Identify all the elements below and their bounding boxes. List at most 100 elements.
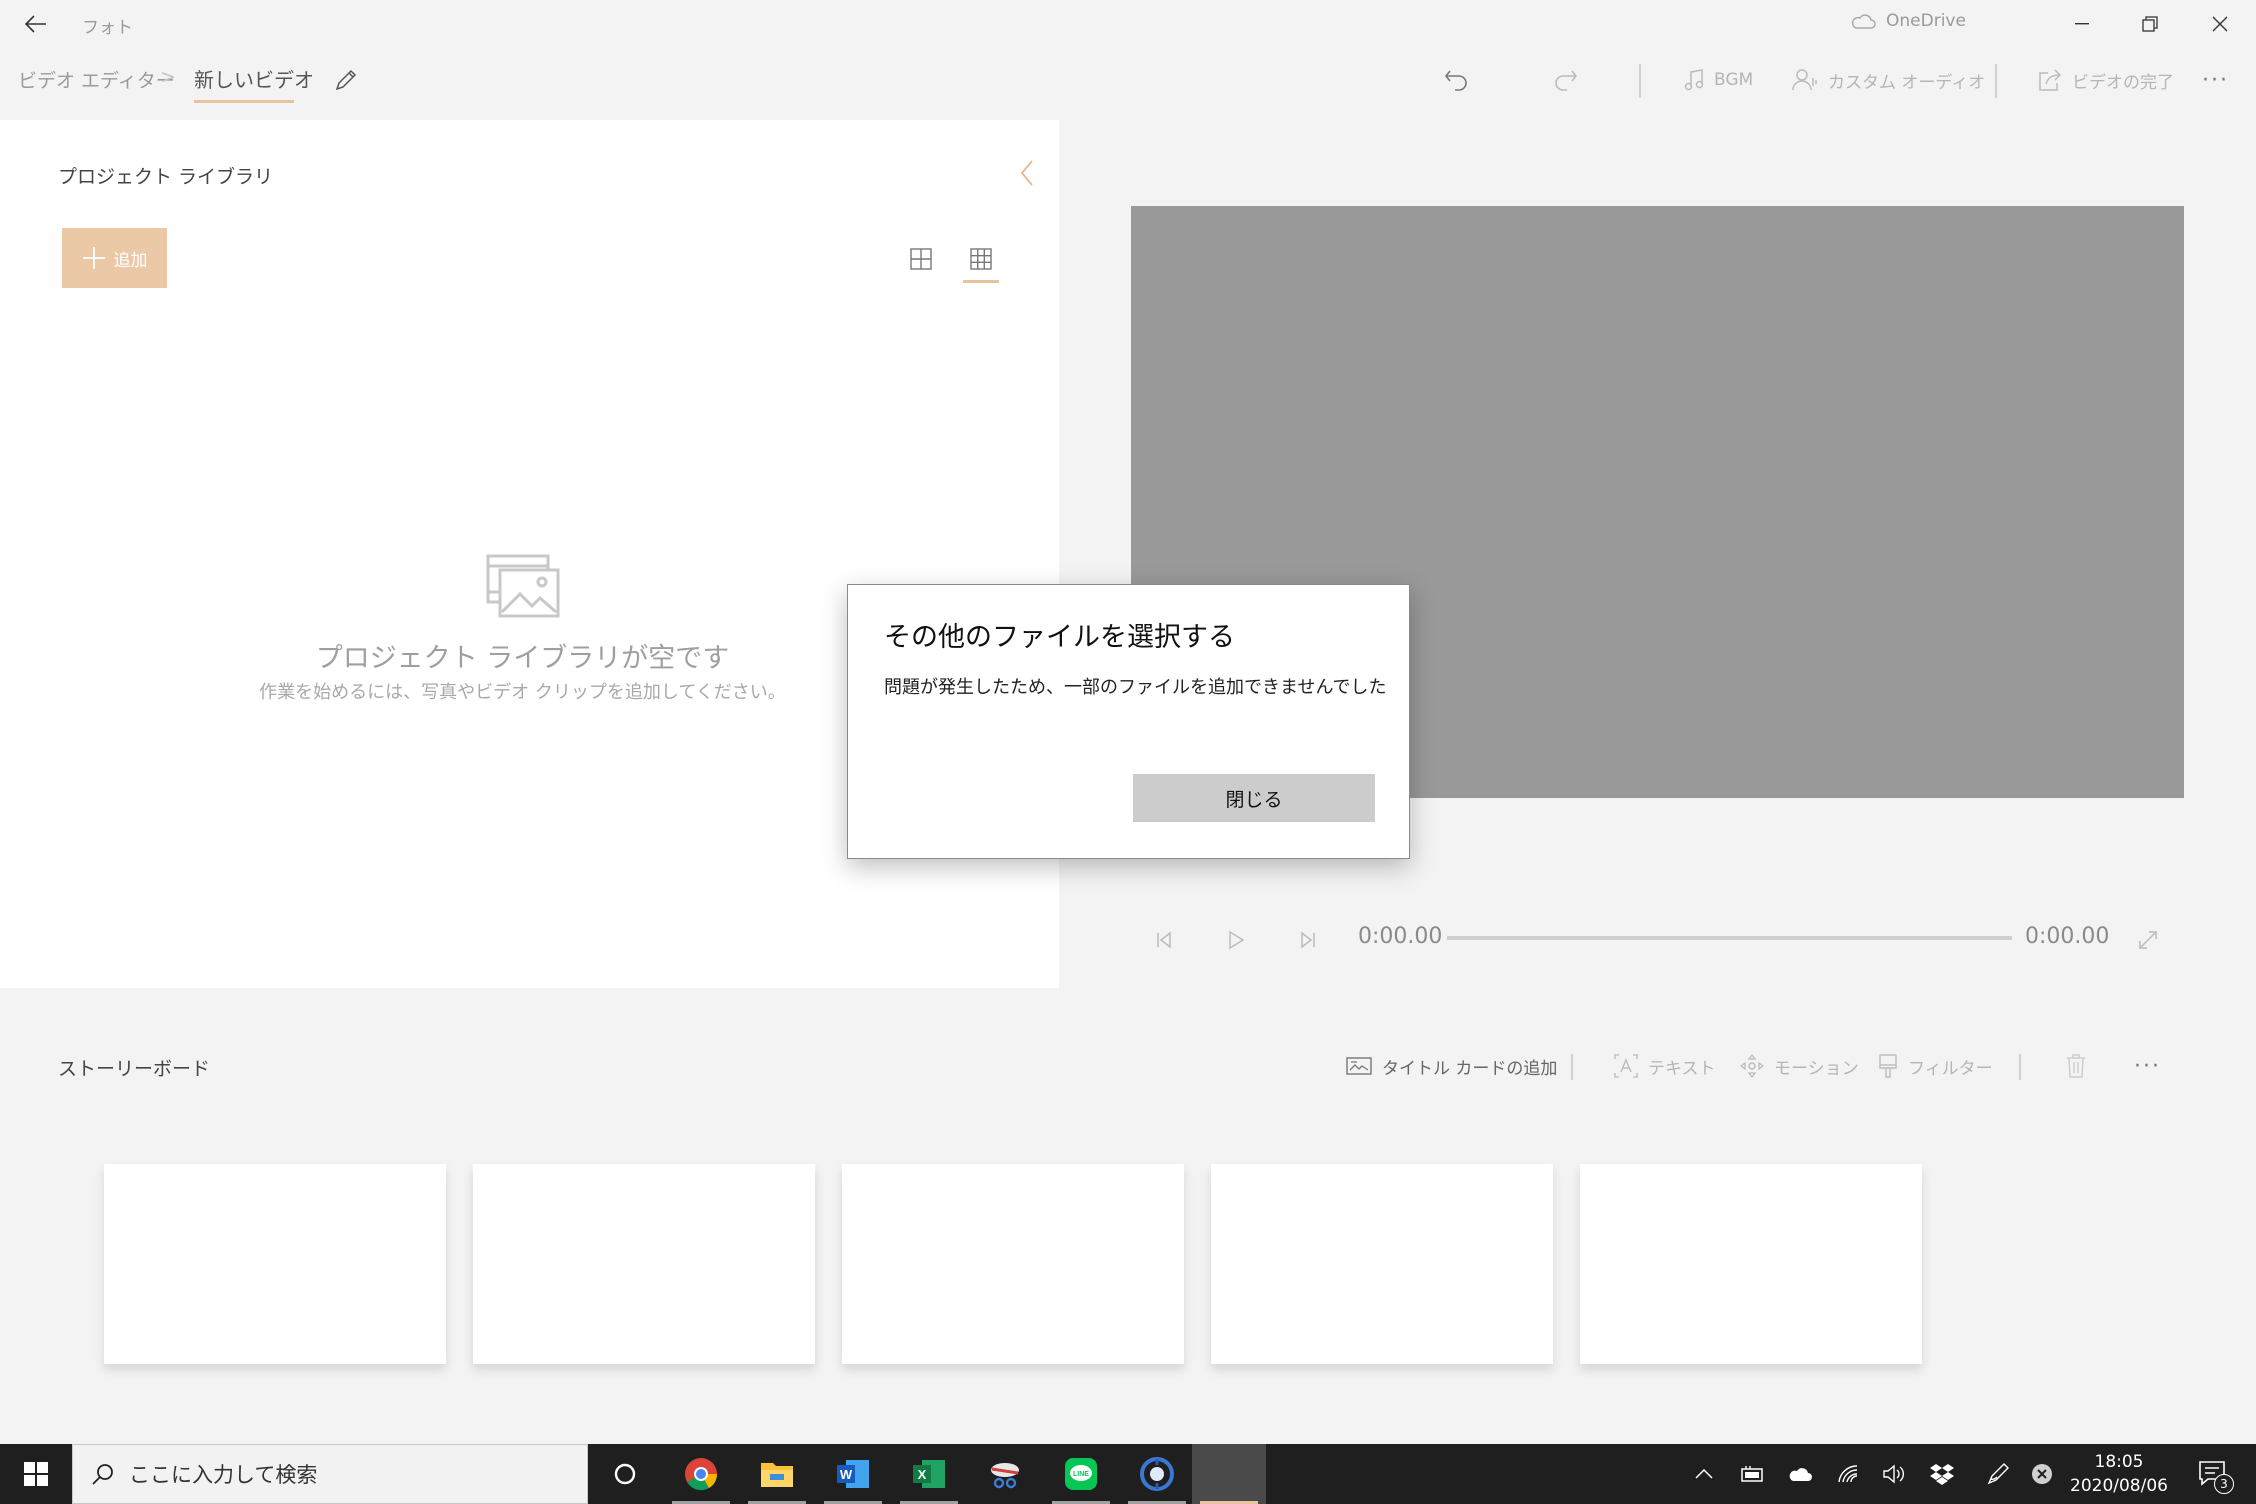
svg-text:X: X <box>918 1467 927 1482</box>
undo-icon <box>1444 68 1470 92</box>
onedrive-tray-button[interactable] <box>1778 1444 1822 1504</box>
add-media-label: 追加 <box>113 250 148 271</box>
more-options-button[interactable]: ··· <box>2202 62 2229 98</box>
storyboard-slot[interactable] <box>842 1164 1184 1364</box>
notification-count-badge: 3 <box>2214 1474 2234 1494</box>
chevron-left-icon <box>1020 160 1034 186</box>
snipping-tool-icon <box>988 1459 1022 1489</box>
rename-button[interactable] <box>328 62 364 98</box>
close-icon <box>2212 16 2228 32</box>
pen-icon <box>1987 1463 2009 1485</box>
start-button[interactable] <box>0 1444 72 1504</box>
app-taskbar-button[interactable] <box>1120 1444 1194 1504</box>
pen-tray-button[interactable] <box>1976 1444 2020 1504</box>
storyboard-slot[interactable] <box>104 1164 446 1364</box>
restore-button[interactable] <box>2116 0 2184 48</box>
close-window-button[interactable] <box>2186 0 2254 48</box>
finish-video-button[interactable]: ビデオの完了 <box>2038 62 2174 98</box>
breadcrumb-video-editor[interactable]: ビデオ エディター <box>18 66 175 93</box>
chrome-taskbar-button[interactable] <box>664 1444 738 1504</box>
minimize-button[interactable] <box>2048 0 2116 48</box>
music-note-icon <box>1684 69 1704 91</box>
breadcrumb-underline <box>194 100 294 103</box>
photo-video-placeholder-icon <box>486 554 560 622</box>
seek-bar[interactable] <box>1447 936 2012 940</box>
taskbar: ここに入力して検索 W X LINE 18:05 2020/08/06 3 <box>0 1444 2256 1504</box>
dropbox-tray-button[interactable] <box>1920 1444 1964 1504</box>
line-taskbar-button[interactable]: LINE <box>1044 1444 1118 1504</box>
error-dialog: その他のファイルを選択する 問題が発生したため、一部のファイルを追加できませんで… <box>847 584 1410 859</box>
photos-taskbar-button[interactable] <box>1192 1444 1266 1504</box>
text-button[interactable]: テキスト <box>1614 1050 1716 1082</box>
filters-button[interactable]: フィルター <box>1878 1050 1993 1082</box>
play-button[interactable] <box>1222 926 1250 954</box>
add-title-card-button[interactable]: タイトル カードの追加 <box>1346 1050 1557 1082</box>
cortana-button[interactable] <box>588 1444 662 1504</box>
delete-button[interactable] <box>2066 1050 2086 1082</box>
battery-tray-button[interactable] <box>1730 1444 1774 1504</box>
excel-icon: X <box>912 1459 946 1489</box>
person-audio-icon <box>1792 68 1818 92</box>
file-explorer-taskbar-button[interactable] <box>740 1444 814 1504</box>
collapse-library-button[interactable] <box>1012 156 1042 190</box>
battery-icon <box>1739 1466 1765 1482</box>
previous-frame-button[interactable] <box>1150 926 1178 954</box>
dialog-message: 問題が発生したため、一部のファイルを追加できませんでした <box>884 677 1387 698</box>
storyboard-slot[interactable] <box>1580 1164 1922 1364</box>
snipping-tool-taskbar-button[interactable] <box>968 1444 1042 1504</box>
storyboard-slot[interactable] <box>473 1164 815 1364</box>
excel-taskbar-button[interactable]: X <box>892 1444 966 1504</box>
wifi-tray-button[interactable] <box>1826 1444 1870 1504</box>
cloud-icon <box>1850 13 1876 29</box>
svg-text:W: W <box>840 1467 853 1482</box>
search-placeholder: ここに入力して検索 <box>129 1463 318 1487</box>
storyboard-more-button[interactable]: ··· <box>2134 1050 2161 1082</box>
onedrive-status[interactable]: OneDrive <box>1850 11 1966 31</box>
dialog-close-button[interactable]: 閉じる <box>1133 774 1375 822</box>
storyboard-slot[interactable] <box>1211 1164 1553 1364</box>
fullscreen-button[interactable] <box>2134 926 2162 954</box>
taskbar-search-box[interactable]: ここに入力して検索 <box>72 1444 588 1504</box>
minimize-icon <box>2075 23 2089 25</box>
chrome-icon <box>684 1457 718 1491</box>
breadcrumb-separator: > <box>160 66 176 88</box>
motion-button[interactable]: モーション <box>1740 1050 1859 1082</box>
search-icon <box>91 1462 115 1486</box>
status-tray-button[interactable] <box>2020 1444 2064 1504</box>
windows-logo-icon <box>24 1462 48 1486</box>
folder-icon <box>760 1460 794 1488</box>
step-back-icon <box>1155 931 1173 949</box>
custom-audio-button[interactable]: カスタム オーディオ <box>1792 62 1985 98</box>
pencil-icon <box>334 68 358 92</box>
small-thumbnail-view-button[interactable] <box>964 242 998 276</box>
clock-date: 2020/08/06 <box>2070 1476 2168 1496</box>
large-thumbnail-view-button[interactable] <box>904 242 938 276</box>
storyboard-divider <box>1571 1054 1573 1080</box>
redo-button[interactable] <box>1552 62 1578 98</box>
toolbar-divider <box>1995 64 1997 98</box>
storyboard-divider <box>2019 1054 2021 1080</box>
next-frame-button[interactable] <box>1294 926 1322 954</box>
speaker-icon <box>1882 1464 1906 1484</box>
paint-brush-icon <box>1878 1053 1898 1079</box>
add-media-button[interactable]: 追加 <box>62 228 167 288</box>
play-icon <box>1227 930 1245 950</box>
storyboard-title: ストーリーボード <box>58 1058 211 1080</box>
dialog-title: その他のファイルを選択する <box>884 622 1235 653</box>
volume-tray-button[interactable] <box>1872 1444 1916 1504</box>
show-hidden-icons-button[interactable] <box>1682 1444 1726 1504</box>
plus-icon <box>82 246 106 270</box>
back-button[interactable] <box>14 6 58 42</box>
word-taskbar-button[interactable]: W <box>816 1444 890 1504</box>
filters-label: フィルター <box>1908 1058 1993 1079</box>
wifi-icon <box>1837 1464 1859 1484</box>
grid-large-icon <box>910 248 932 270</box>
total-time: 0:00.00 <box>2025 924 2110 949</box>
taskbar-clock[interactable]: 18:05 2020/08/06 <box>2064 1450 2174 1498</box>
svg-text:LINE: LINE <box>1073 1471 1089 1478</box>
bgm-button[interactable]: BGM <box>1684 62 1753 98</box>
line-icon: LINE <box>1064 1457 1098 1491</box>
action-center-button[interactable]: 3 <box>2186 1444 2240 1504</box>
undo-button[interactable] <box>1444 62 1470 98</box>
text-label: テキスト <box>1648 1058 1716 1079</box>
